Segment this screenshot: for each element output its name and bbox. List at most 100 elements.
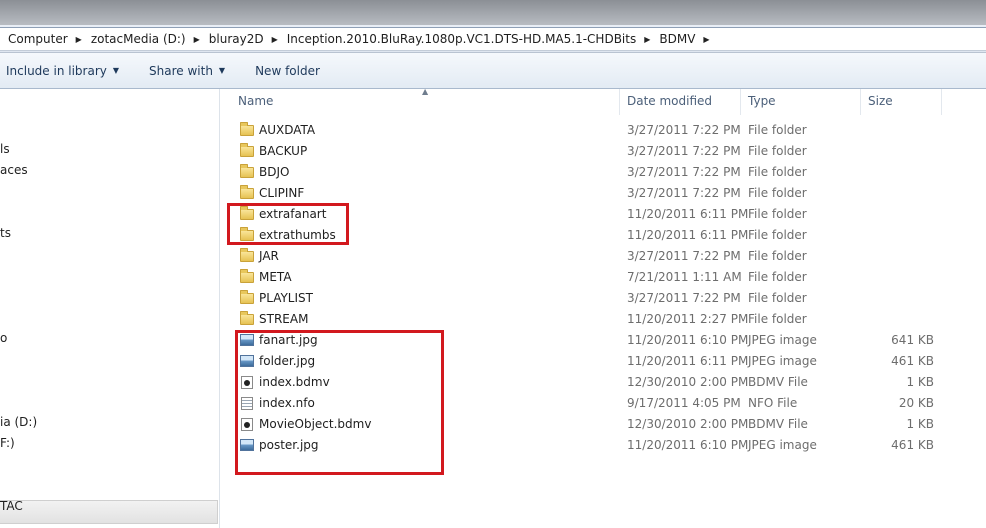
file-date: 3/27/2011 7:22 PM xyxy=(627,186,741,200)
file-date: 11/20/2011 6:10 PM xyxy=(627,333,749,347)
file-type: File folder xyxy=(748,144,807,158)
chevron-right-icon[interactable]: ▶ xyxy=(636,35,659,44)
column-divider[interactable] xyxy=(941,89,942,115)
include-in-library-button[interactable]: Include in library ▼ xyxy=(6,64,119,78)
breadcrumb-label: zotacMedia (D:) xyxy=(90,32,186,46)
file-type: File folder xyxy=(748,123,807,137)
file-row[interactable]: PLAYLIST 3/27/2011 7:22 PM File folder xyxy=(220,288,986,309)
nav-item-drive-d[interactable]: ia (D:) xyxy=(0,415,37,429)
file-date: 3/27/2011 7:22 PM xyxy=(627,144,741,158)
file-row[interactable]: CLIPINF 3/27/2011 7:22 PM File folder xyxy=(220,183,986,204)
breadcrumb-label: Computer xyxy=(8,32,68,46)
file-type: File folder xyxy=(748,291,807,305)
nav-item[interactable]: ls xyxy=(0,142,10,156)
chevron-down-icon: ▼ xyxy=(218,66,226,75)
file-size: 1 KB xyxy=(906,375,934,389)
folder-icon xyxy=(240,269,254,283)
share-with-label: Share with xyxy=(149,63,213,78)
file-size: 20 KB xyxy=(898,396,934,410)
file-type: JPEG image xyxy=(748,333,817,347)
folder-icon xyxy=(240,122,254,136)
file-date: 11/20/2011 6:10 PM xyxy=(627,438,749,452)
folder-icon xyxy=(240,290,254,304)
file-type: File folder xyxy=(748,249,807,263)
nav-item[interactable]: TAC xyxy=(0,499,23,513)
nav-selected-highlight xyxy=(0,500,218,524)
file-row[interactable]: JAR 3/27/2011 7:22 PM File folder xyxy=(220,246,986,267)
folder-icon xyxy=(240,311,254,325)
chevron-right-icon[interactable]: ▶ xyxy=(695,35,718,44)
file-date: 3/27/2011 7:22 PM xyxy=(627,291,741,305)
breadcrumb-movie-folder[interactable]: Inception.2010.BluRay.1080p.VC1.DTS-HD.M… xyxy=(287,28,660,50)
file-name: BACKUP xyxy=(259,144,308,158)
file-size: 641 KB xyxy=(891,333,934,347)
folder-icon xyxy=(240,164,254,178)
file-size: 1 KB xyxy=(906,417,934,431)
column-header-name[interactable]: Name xyxy=(238,89,618,113)
column-header-date-modified[interactable]: Date modified xyxy=(627,89,737,113)
file-type: File folder xyxy=(748,165,807,179)
file-type: File folder xyxy=(748,270,807,284)
file-type: File folder xyxy=(748,186,807,200)
file-date: 12/30/2010 2:00 PM xyxy=(627,375,749,389)
file-name: CLIPINF xyxy=(259,186,305,200)
file-row[interactable]: BACKUP 3/27/2011 7:22 PM File folder xyxy=(220,141,986,162)
breadcrumb-computer[interactable]: Computer ▶ xyxy=(0,28,91,50)
breadcrumb-label: Inception.2010.BluRay.1080p.VC1.DTS-HD.M… xyxy=(286,32,637,46)
nav-item[interactable]: aces xyxy=(0,163,28,177)
annotation-box-extra-folders xyxy=(227,203,349,245)
folder-icon xyxy=(240,185,254,199)
file-date: 11/20/2011 6:11 PM xyxy=(627,354,749,368)
file-date: 11/20/2011 6:11 PM xyxy=(627,207,749,221)
file-type: NFO File xyxy=(748,396,798,410)
nav-item[interactable]: o xyxy=(0,331,7,345)
breadcrumb-bdmv[interactable]: BDMV ▶ xyxy=(659,28,718,50)
file-row[interactable]: AUXDATA 3/27/2011 7:22 PM File folder xyxy=(220,120,986,141)
file-type: JPEG image xyxy=(748,438,817,452)
file-name: STREAM xyxy=(259,312,309,326)
file-type: File folder xyxy=(748,207,807,221)
column-divider[interactable] xyxy=(740,89,741,115)
address-bar: Computer ▶ zotacMedia (D:) ▶ bluray2D ▶ Inc… xyxy=(0,25,986,53)
new-folder-button[interactable]: New folder xyxy=(255,64,320,78)
share-with-button[interactable]: Share with ▼ xyxy=(149,64,225,78)
file-name: BDJO xyxy=(259,165,290,179)
chevron-right-icon[interactable]: ▶ xyxy=(186,35,209,44)
chevron-right-icon[interactable]: ▶ xyxy=(264,35,287,44)
file-row[interactable]: STREAM 11/20/2011 2:27 PM File folder xyxy=(220,309,986,330)
file-date: 12/30/2010 2:00 PM xyxy=(627,417,749,431)
file-type: File folder xyxy=(748,312,807,326)
breadcrumb-drive[interactable]: zotacMedia (D:) ▶ xyxy=(91,28,209,50)
chevron-right-icon[interactable]: ▶ xyxy=(68,35,91,44)
folder-icon xyxy=(240,143,254,157)
file-name: AUXDATA xyxy=(259,123,316,137)
breadcrumb-label: bluray2D xyxy=(208,32,264,46)
file-date: 11/20/2011 6:11 PM xyxy=(627,228,749,242)
breadcrumb[interactable]: Computer ▶ zotacMedia (D:) ▶ bluray2D ▶ Inc… xyxy=(0,27,986,51)
file-date: 7/21/2011 1:11 AM xyxy=(627,270,742,284)
column-divider[interactable] xyxy=(619,89,620,115)
column-divider[interactable] xyxy=(860,89,861,115)
file-type: BDMV File xyxy=(748,417,808,431)
file-type: JPEG image xyxy=(748,354,817,368)
command-bar: Include in library ▼ Share with ▼ New fold… xyxy=(0,53,986,89)
file-date: 11/20/2011 2:27 PM xyxy=(627,312,749,326)
breadcrumb-bluray2d[interactable]: bluray2D ▶ xyxy=(209,28,287,50)
window-title-strip xyxy=(0,0,986,25)
file-row[interactable]: META 7/21/2011 1:11 AM File folder xyxy=(220,267,986,288)
include-in-library-label: Include in library xyxy=(6,63,107,78)
column-header-size[interactable]: Size xyxy=(868,89,938,113)
file-name: JAR xyxy=(259,249,279,263)
file-date: 3/27/2011 7:22 PM xyxy=(627,249,741,263)
file-row[interactable]: BDJO 3/27/2011 7:22 PM File folder xyxy=(220,162,986,183)
file-type: BDMV File xyxy=(748,375,808,389)
column-header-type[interactable]: Type xyxy=(748,89,858,113)
file-date: 9/17/2011 4:05 PM xyxy=(627,396,741,410)
nav-item[interactable]: ts xyxy=(0,226,11,240)
file-date: 3/27/2011 7:22 PM xyxy=(627,123,741,137)
file-name: META xyxy=(259,270,292,284)
file-name: PLAYLIST xyxy=(259,291,313,305)
file-list: ▲ Name Date modified Type Size AUXDATA 3… xyxy=(220,87,986,528)
file-size: 461 KB xyxy=(891,354,934,368)
nav-item[interactable]: F:) xyxy=(0,436,15,450)
